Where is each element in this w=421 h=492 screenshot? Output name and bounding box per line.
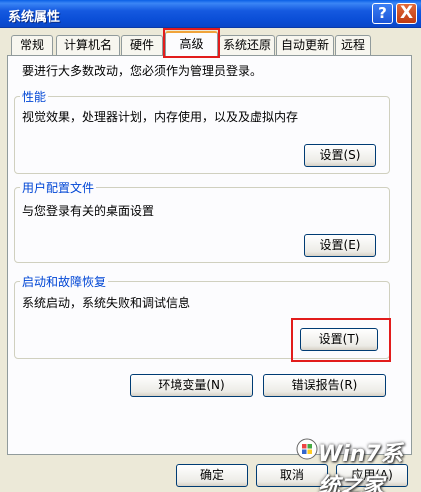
environment-variables-button[interactable]: 环境变量(N) <box>130 374 253 397</box>
windows-logo-icon <box>296 438 318 460</box>
performance-settings-button[interactable]: 设置(S) <box>304 144 376 167</box>
performance-group-title: 性能 <box>20 88 49 105</box>
tab-computer-name[interactable]: 计算机名 <box>56 35 120 55</box>
window-title: 系统属性 <box>8 10 61 25</box>
error-reporting-button[interactable]: 错误报告(R) <box>263 374 386 397</box>
help-button[interactable]: ? <box>372 3 393 24</box>
tab-automatic-updates[interactable]: 自动更新 <box>276 35 334 55</box>
admin-notice: 要进行大多数改动，您必须作为管理员登录。 <box>22 64 263 78</box>
close-button[interactable]: X <box>396 3 417 24</box>
title-bar: 系统属性 ? X <box>0 0 421 28</box>
tab-hardware[interactable]: 硬件 <box>121 35 163 55</box>
tab-remote[interactable]: 远程 <box>335 35 371 55</box>
tab-highlight-box <box>163 28 220 58</box>
watermark-text: Win7系统之家 <box>318 442 403 492</box>
startup-recovery-description: 系统启动，系统失败和调试信息 <box>22 296 191 310</box>
user-profiles-group-title: 用户配置文件 <box>20 179 97 196</box>
user-profiles-description: 与您登录有关的桌面设置 <box>22 204 155 218</box>
startup-recovery-group-title: 启动和故障恢复 <box>20 273 109 290</box>
performance-description: 视觉效果，处理器计划，内存使用，以及及虚拟内存 <box>22 110 299 124</box>
ok-button[interactable]: 确定 <box>176 464 248 487</box>
tab-system-restore[interactable]: 系统还原 <box>219 35 275 55</box>
tab-general[interactable]: 常规 <box>11 35 53 55</box>
user-profiles-settings-button[interactable]: 设置(E) <box>304 234 376 257</box>
settings-highlight-box <box>291 318 391 362</box>
